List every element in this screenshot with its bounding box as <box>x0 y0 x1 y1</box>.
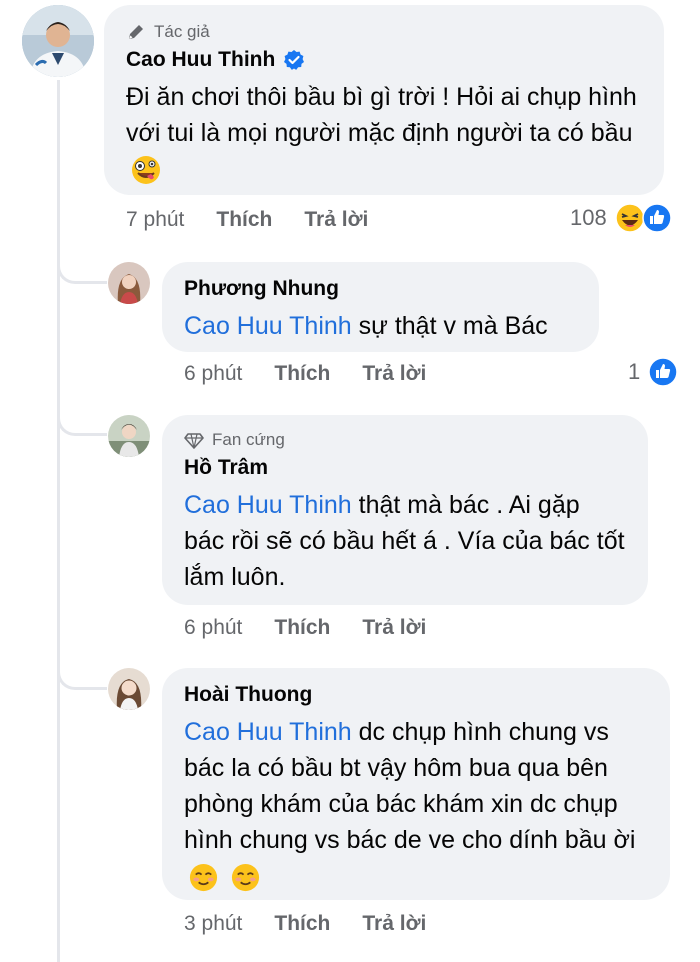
badge-label: Fan cứng <box>212 430 285 449</box>
fan-badge: Fan cứng <box>184 427 626 453</box>
avatar[interactable] <box>108 415 150 457</box>
reaction-summary[interactable]: 1 <box>628 357 678 387</box>
reply-bubble[interactable]: Hoài Thuong Cao Huu Thinh dc chụp hình c… <box>162 668 670 900</box>
verified-badge-icon <box>284 50 305 70</box>
reply-bubble[interactable]: Phương Nhung Cao Huu Thinh sự thật v mà … <box>162 262 599 352</box>
reply-button[interactable]: Trả lời <box>304 208 368 232</box>
reaction-summary[interactable]: 108 <box>570 203 672 233</box>
badge-label: Tác giả <box>154 22 210 41</box>
reply-bubble[interactable]: Fan cứng Hồ Trâm Cao Huu Thinh thật mà b… <box>162 415 648 605</box>
mention-link[interactable]: Cao Huu Thinh <box>184 718 352 746</box>
reply-author[interactable]: Hồ Trâm <box>184 453 626 483</box>
reply-body: sự thật v mà Bác <box>351 312 548 340</box>
like-button[interactable]: Thích <box>274 362 330 386</box>
reply-text: Cao Huu Thinh dc chụp hình chung vs bác … <box>184 714 648 894</box>
reply-text: Cao Huu Thinh sự thật v mà Bác <box>184 308 577 344</box>
smiling-face-icon <box>231 863 260 891</box>
reply-text: Cao Huu Thinh thật mà bác . Ai gặp bác r… <box>184 487 626 595</box>
avatar[interactable] <box>108 262 150 304</box>
author-name[interactable]: Cao Huu Thinh <box>126 45 275 75</box>
mention-link[interactable]: Cao Huu Thinh <box>184 491 352 519</box>
avatar[interactable] <box>108 668 150 710</box>
thread-line <box>57 80 60 962</box>
reply-connector <box>57 392 107 436</box>
like-button[interactable]: Thích <box>216 208 272 232</box>
reply-connector <box>57 240 107 284</box>
comment-text: Đi ăn chơi thôi bầu bì gì trời ! Hỏi ai … <box>126 79 642 187</box>
reaction-count: 1 <box>628 359 641 384</box>
reply-author[interactable]: Phương Nhung <box>184 274 577 304</box>
timestamp[interactable]: 6 phút <box>184 362 242 386</box>
timestamp[interactable]: 6 phút <box>184 616 242 640</box>
diamond-icon <box>184 433 204 449</box>
reply-author[interactable]: Hoài Thuong <box>184 680 648 710</box>
comment-author[interactable]: Cao Huu Thinh <box>126 45 642 75</box>
reply-connector <box>57 646 107 690</box>
reaction-count: 108 <box>570 205 607 230</box>
reply-button[interactable]: Trả lời <box>362 912 426 936</box>
like-icon <box>648 357 678 387</box>
reply-button[interactable]: Trả lời <box>362 362 426 386</box>
mention-link[interactable]: Cao Huu Thinh <box>184 312 352 340</box>
comment-body: Đi ăn chơi thôi bầu bì gì trời ! Hỏi ai … <box>126 83 637 147</box>
zany-face-icon <box>132 156 160 185</box>
laughing-emoji-icon <box>614 203 645 233</box>
reply-actions: 3 phút Thích Trả lời <box>184 912 458 936</box>
author-badge: Tác giả <box>126 19 642 45</box>
like-button[interactable]: Thích <box>274 616 330 640</box>
timestamp[interactable]: 7 phút <box>126 208 184 232</box>
reply-actions: 6 phút Thích Trả lời <box>184 616 458 640</box>
comment-bubble[interactable]: Tác giả Cao Huu Thinh Đi ăn chơi thôi bầ… <box>104 5 664 195</box>
reply-button[interactable]: Trả lời <box>362 616 426 640</box>
avatar[interactable] <box>22 5 94 77</box>
like-button[interactable]: Thích <box>274 912 330 936</box>
like-icon <box>641 203 672 233</box>
smiling-face-icon <box>189 863 218 891</box>
pencil-icon <box>129 25 143 39</box>
reply-actions: 6 phút Thích Trả lời <box>184 362 458 386</box>
timestamp[interactable]: 3 phút <box>184 912 242 936</box>
comment-actions: 7 phút Thích Trả lời <box>126 208 400 232</box>
